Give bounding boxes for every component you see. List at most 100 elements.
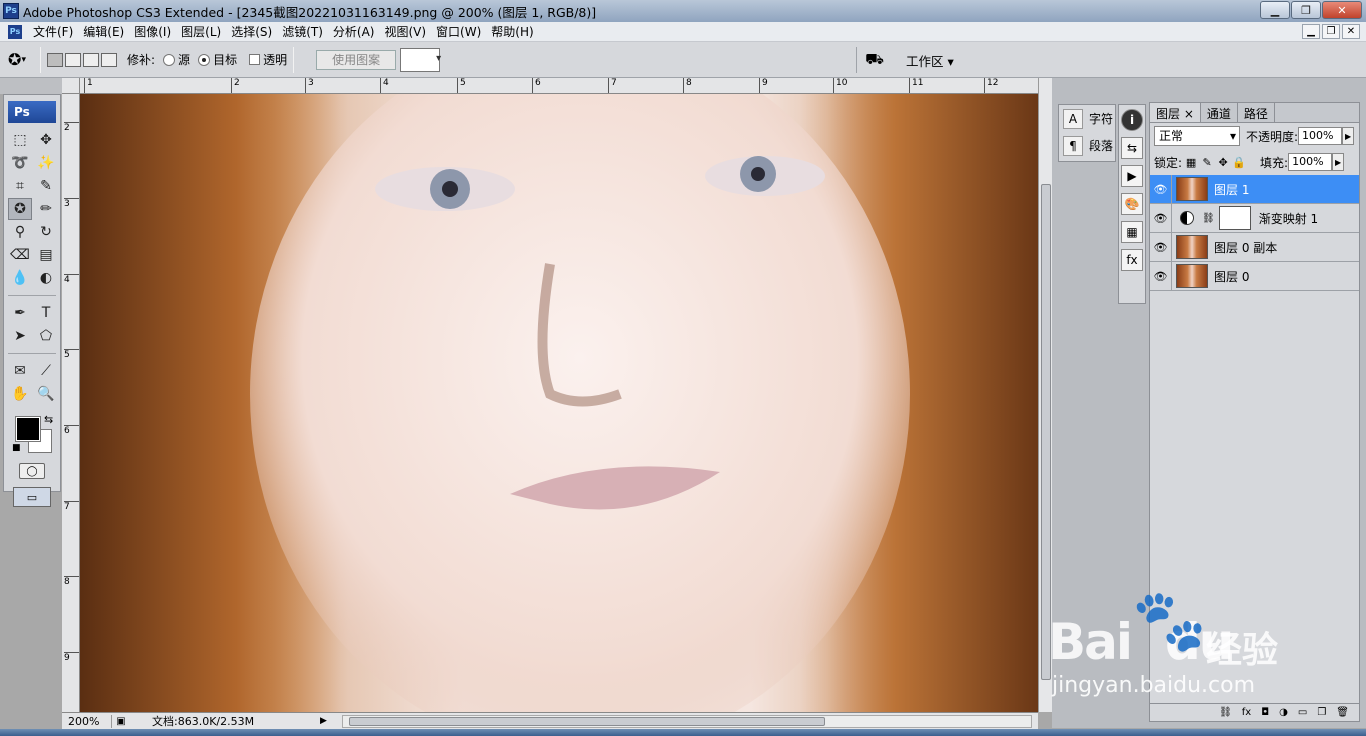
- new-group-icon[interactable]: ▭: [1298, 707, 1307, 718]
- photoshop-logo[interactable]: Ps: [8, 101, 56, 123]
- lock-all-icon[interactable]: 🔒: [1232, 156, 1246, 169]
- blur-tool-icon[interactable]: 💧: [8, 267, 32, 289]
- swap-colors-icon[interactable]: ⇆: [44, 413, 53, 426]
- close-button[interactable]: ✕: [1322, 1, 1362, 19]
- actions-icon[interactable]: ▶: [1121, 165, 1143, 187]
- layer-row[interactable]: 👁 图层 0: [1150, 261, 1359, 291]
- intersect-selection-icon[interactable]: [101, 52, 117, 67]
- menu-select[interactable]: 选择(S): [226, 23, 277, 40]
- foreground-color-swatch[interactable]: [15, 416, 41, 442]
- ruler-corner[interactable]: [62, 78, 80, 94]
- path-selection-tool-icon[interactable]: ➤: [8, 325, 32, 347]
- menu-view[interactable]: 视图(V): [379, 23, 431, 40]
- source-radio[interactable]: [163, 53, 176, 66]
- tab-layers[interactable]: 图层 ×: [1150, 103, 1201, 122]
- vertical-scrollbar[interactable]: [1038, 78, 1052, 712]
- horizontal-ruler[interactable]: 1 2 3 4 5 6 7 8 9 10 11 12: [80, 78, 1038, 94]
- marquee-tool-icon[interactable]: ⬚: [8, 129, 32, 151]
- menu-window[interactable]: 窗口(W): [431, 23, 486, 40]
- target-radio[interactable]: [198, 53, 211, 66]
- type-tool-icon[interactable]: T: [34, 302, 58, 324]
- color-icon[interactable]: 🎨: [1121, 193, 1143, 215]
- magic-wand-tool-icon[interactable]: ✨: [34, 152, 58, 174]
- menu-analysis[interactable]: 分析(A): [328, 23, 380, 40]
- lock-image-icon[interactable]: ✎: [1200, 156, 1214, 169]
- fill-slider-arrow[interactable]: ▶: [1332, 153, 1345, 171]
- blend-mode-select[interactable]: 正常: [1154, 126, 1240, 146]
- doc-restore-button[interactable]: ❐: [1322, 24, 1340, 39]
- horizontal-scroll-thumb[interactable]: [349, 716, 825, 726]
- hand-tool-icon[interactable]: ✋: [8, 383, 32, 405]
- menu-edit[interactable]: 编辑(E): [78, 23, 129, 40]
- tool-preset-picker[interactable]: ✪ ▾: [0, 47, 34, 73]
- vertical-ruler[interactable]: 2 3 4 5 6 7 8 9: [62, 94, 80, 712]
- move-tool-icon[interactable]: ✥: [34, 129, 58, 151]
- close-icon[interactable]: ×: [1184, 107, 1194, 121]
- bridge-icon[interactable]: ⛟: [856, 47, 892, 73]
- transparent-checkbox[interactable]: [249, 54, 261, 65]
- link-layers-icon[interactable]: ⛓: [1219, 707, 1232, 718]
- document-canvas[interactable]: [80, 94, 1038, 712]
- pattern-picker[interactable]: [400, 47, 441, 72]
- opacity-input[interactable]: 100%: [1298, 127, 1343, 145]
- tab-channels[interactable]: 通道: [1200, 103, 1238, 122]
- navigator-icon[interactable]: ⇆: [1121, 137, 1143, 159]
- eyedropper-tool-icon[interactable]: ⟋: [34, 360, 58, 382]
- lock-transparency-icon[interactable]: ▦: [1184, 156, 1198, 169]
- eraser-tool-icon[interactable]: ⌫: [8, 244, 32, 266]
- add-mask-icon[interactable]: ◘: [1261, 707, 1269, 718]
- add-selection-icon[interactable]: [65, 52, 81, 67]
- doc-close-button[interactable]: ✕: [1342, 24, 1360, 39]
- minimize-button[interactable]: ▁: [1260, 1, 1290, 19]
- info-icon[interactable]: i: [1121, 109, 1143, 131]
- layer-row[interactable]: 👁 图层 1: [1150, 174, 1359, 204]
- new-layer-icon[interactable]: ❐: [1317, 707, 1326, 718]
- history-brush-tool-icon[interactable]: ↻: [34, 221, 58, 243]
- notes-tool-icon[interactable]: ✉: [8, 360, 32, 382]
- menu-layer[interactable]: 图层(L): [176, 23, 226, 40]
- swatches-icon[interactable]: ▦: [1121, 221, 1143, 243]
- horizontal-scrollbar[interactable]: [342, 714, 1032, 728]
- styles-icon[interactable]: fx: [1121, 249, 1143, 271]
- zoom-level[interactable]: 200%: [62, 714, 112, 728]
- lasso-tool-icon[interactable]: ➰: [8, 152, 32, 174]
- dodge-tool-icon[interactable]: ◐: [34, 267, 58, 289]
- quick-mask-icon[interactable]: ◯: [19, 463, 45, 479]
- status-icon[interactable]: ▣: [112, 716, 130, 727]
- shape-tool-icon[interactable]: ⬠: [34, 325, 58, 347]
- visibility-eye-icon[interactable]: 👁: [1150, 261, 1172, 291]
- screen-mode-icon[interactable]: ▭: [13, 487, 51, 507]
- menu-filter[interactable]: 滤镜(T): [277, 23, 328, 40]
- menu-file[interactable]: 文件(F): [28, 23, 78, 40]
- default-colors-icon[interactable]: ■: [12, 443, 21, 453]
- visibility-eye-icon[interactable]: 👁: [1150, 232, 1172, 262]
- menu-image[interactable]: 图像(I): [129, 23, 176, 40]
- subtract-selection-icon[interactable]: [83, 52, 99, 67]
- crop-tool-icon[interactable]: ⌗: [8, 175, 32, 197]
- layer-row[interactable]: 👁 图层 0 副本: [1150, 232, 1359, 262]
- vertical-scroll-thumb[interactable]: [1041, 184, 1051, 680]
- toolbox-header[interactable]: [0, 78, 62, 94]
- tab-paths[interactable]: 路径: [1237, 103, 1275, 122]
- gradient-tool-icon[interactable]: ▤: [34, 244, 58, 266]
- doc-minimize-button[interactable]: ▁: [1302, 24, 1320, 39]
- visibility-eye-icon[interactable]: 👁: [1150, 203, 1172, 233]
- clone-stamp-tool-icon[interactable]: ⚲: [8, 221, 32, 243]
- document-icon[interactable]: Ps: [8, 24, 22, 39]
- layer-row[interactable]: 👁 ⛓ 渐变映射 1: [1150, 203, 1359, 233]
- new-selection-icon[interactable]: [47, 52, 63, 67]
- character-panel-button[interactable]: A 字符: [1059, 105, 1115, 132]
- fill-input[interactable]: 100%: [1288, 153, 1333, 171]
- opacity-slider-arrow[interactable]: ▶: [1342, 127, 1355, 145]
- brush-tool-icon[interactable]: ✏: [34, 198, 58, 220]
- use-pattern-button[interactable]: 使用图案: [316, 49, 397, 70]
- new-adjustment-icon[interactable]: ◑: [1279, 707, 1288, 718]
- workspace-menu[interactable]: 工作区 ▾: [906, 51, 954, 70]
- layer-style-icon[interactable]: fx: [1242, 707, 1251, 718]
- paragraph-panel-button[interactable]: ¶ 段落: [1059, 132, 1115, 159]
- patch-tool-icon[interactable]: ✪: [8, 198, 32, 220]
- visibility-eye-icon[interactable]: 👁: [1150, 174, 1172, 204]
- pen-tool-icon[interactable]: ✒: [8, 302, 32, 324]
- lock-position-icon[interactable]: ✥: [1216, 156, 1230, 169]
- delete-layer-icon[interactable]: 🗑: [1336, 707, 1349, 718]
